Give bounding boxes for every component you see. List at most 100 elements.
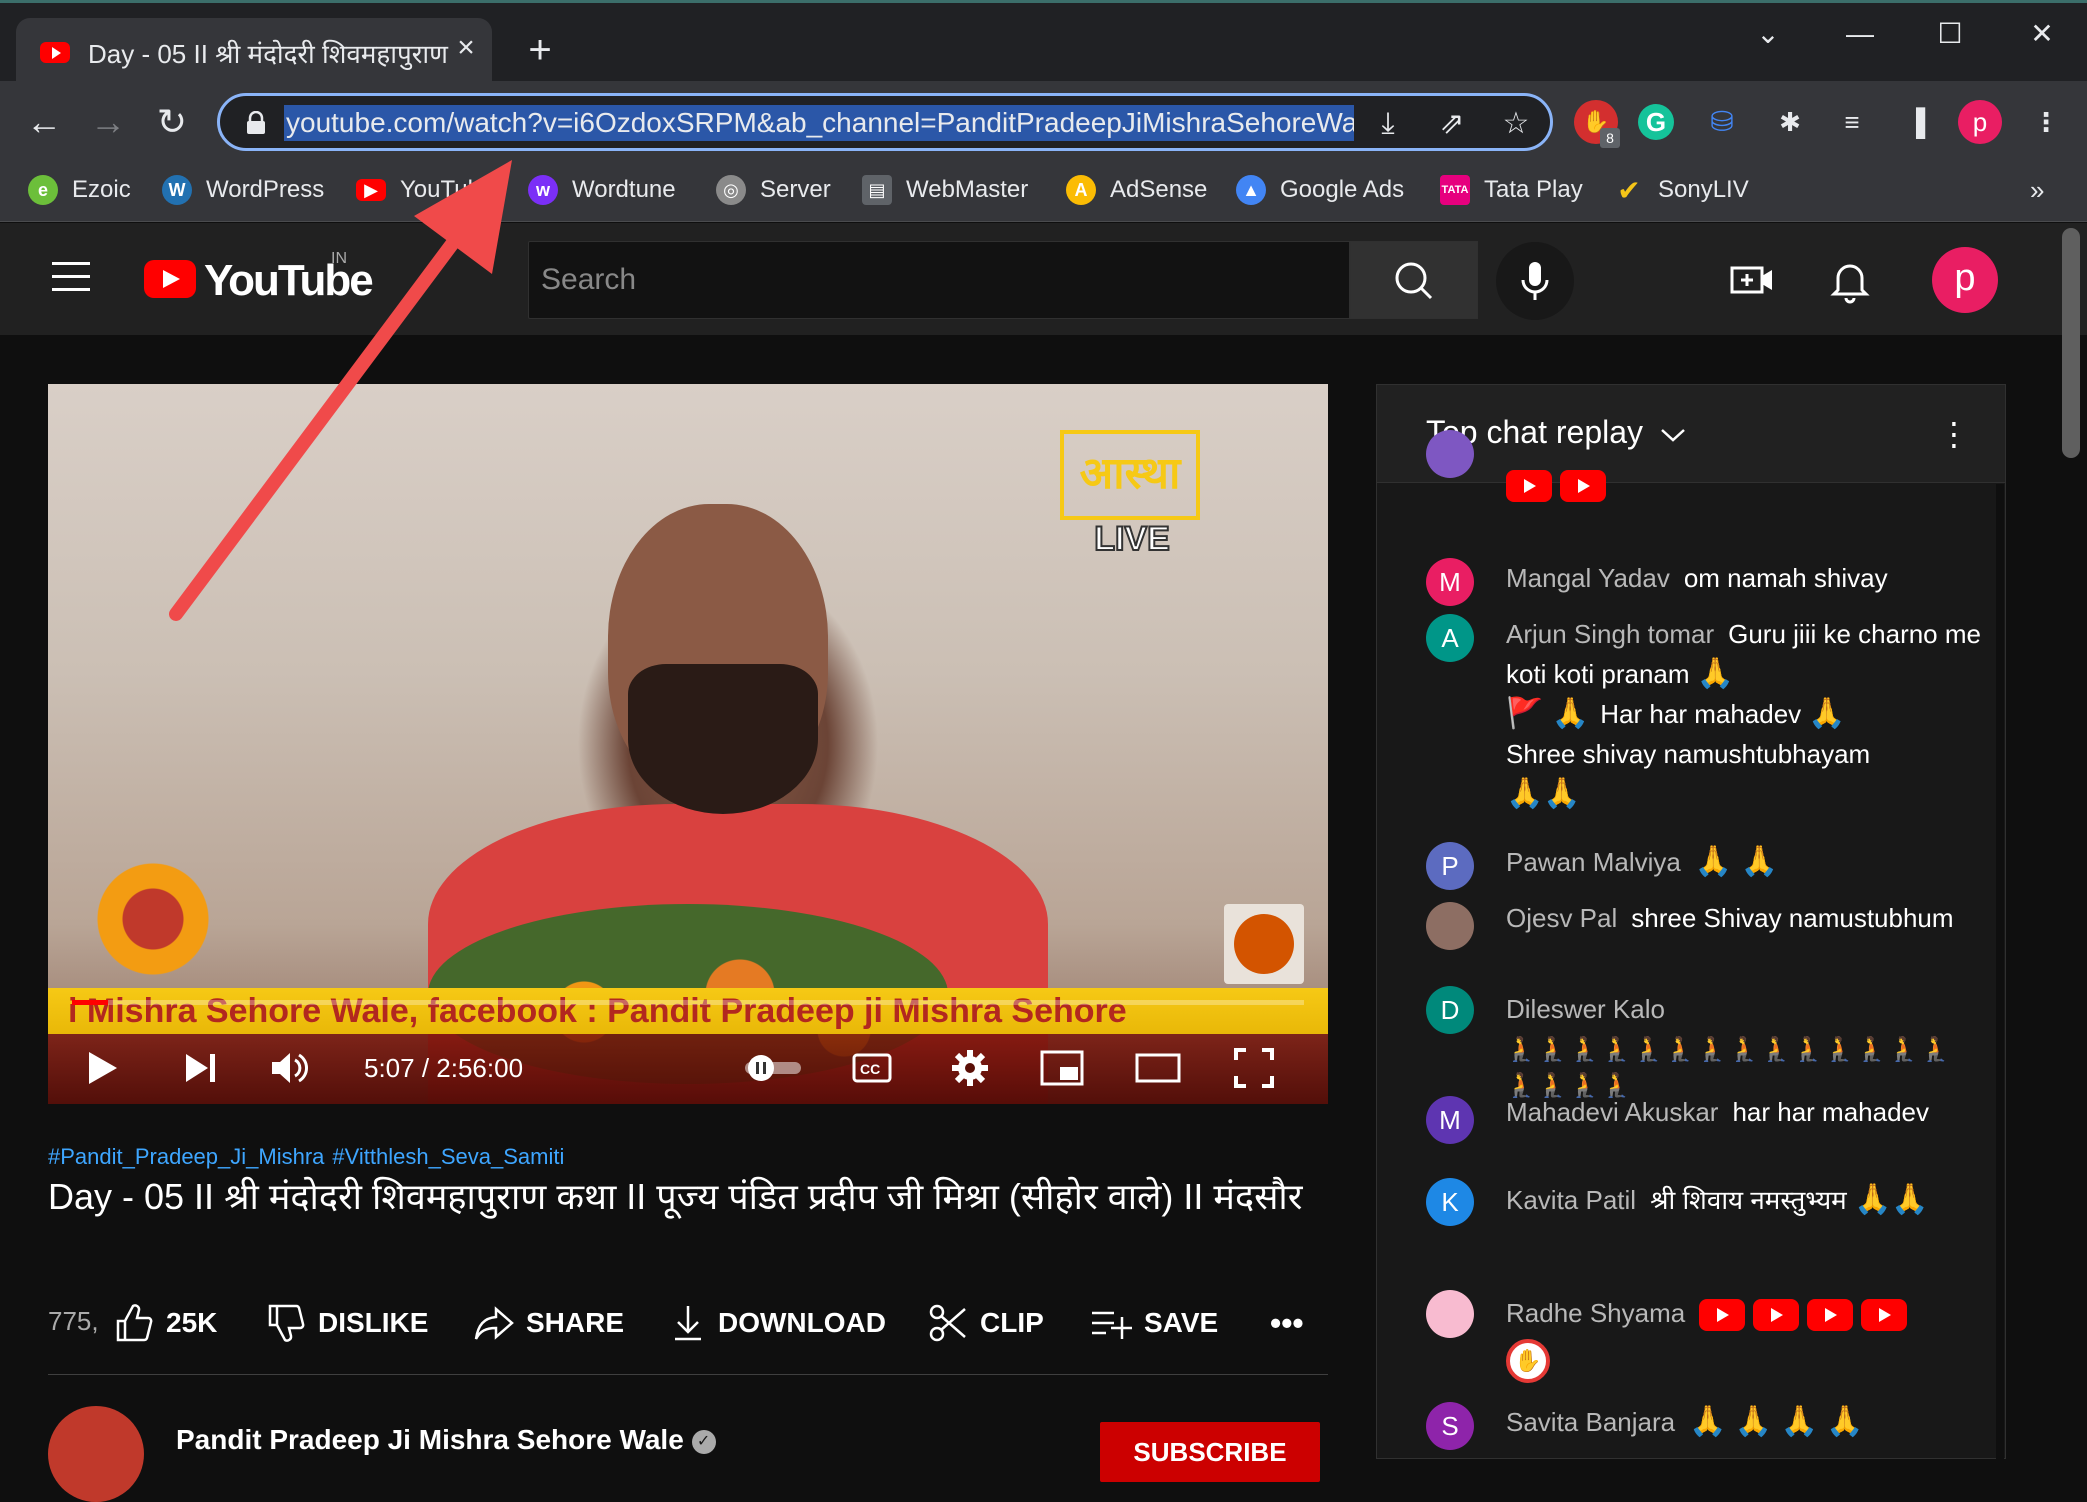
chat-message: M Mahadevi Akuskar har har mahadev [1426, 1096, 1986, 1144]
chat-author[interactable]: Ojesv Pal [1506, 903, 1617, 933]
chat-author[interactable]: Savita Banjara [1506, 1407, 1675, 1437]
chat-avatar[interactable] [1426, 430, 1474, 478]
bookmarks-overflow-button[interactable]: » [2030, 170, 2044, 210]
media-control-icon[interactable]: ≡ [1830, 100, 1874, 144]
autoplay-toggle[interactable] [738, 1040, 808, 1096]
video-player[interactable]: आस्था LIVE i Mishra Sehore Wale, faceboo… [48, 384, 1328, 1104]
new-tab-button[interactable]: + [520, 30, 560, 70]
hashtags: #Pandit_Pradeep_Ji_Mishra #Vitthlesh_Seva… [48, 1144, 572, 1170]
chat-author[interactable]: Pawan Malviya [1506, 847, 1681, 877]
bookmark-google-ads[interactable]: ▲ Google Ads [1236, 170, 1404, 210]
next-button[interactable] [176, 1040, 226, 1096]
maximize-button[interactable]: ☐ [1920, 14, 1980, 54]
share-icon[interactable]: ⇗ [1432, 104, 1472, 144]
share-button[interactable]: SHARE [474, 1300, 624, 1346]
forward-button[interactable]: → [86, 100, 130, 144]
menu-icon[interactable] [52, 262, 90, 294]
settings-button[interactable] [942, 1040, 998, 1096]
youtube-emoji-icon [1753, 1299, 1800, 1332]
bookmark-tata-play[interactable]: TATA Tata Play [1440, 170, 1583, 210]
bell-icon [1830, 264, 1870, 304]
save-button[interactable]: SAVE [1090, 1300, 1218, 1346]
chat-author[interactable]: Kavita Patil [1506, 1185, 1636, 1215]
bookmark-webmaster[interactable]: ▤ WebMaster [862, 170, 1028, 210]
chat-emoji: 🙏 🙏 [1694, 845, 1778, 878]
profile-avatar[interactable]: p [1958, 100, 2002, 144]
close-tab-icon[interactable]: × [448, 30, 484, 66]
bookmark-ezoic[interactable]: e Ezoic [28, 170, 131, 210]
chat-author[interactable]: Mangal Yadav [1506, 563, 1670, 593]
volume-button[interactable] [262, 1040, 318, 1096]
close-window-button[interactable]: ✕ [2012, 14, 2072, 54]
create-video-button[interactable] [1730, 258, 1774, 302]
more-actions-button[interactable]: ••• [1270, 1300, 1304, 1346]
chat-author[interactable]: Mahadevi Akuskar [1506, 1097, 1718, 1127]
back-button[interactable]: ← [22, 100, 66, 144]
chat-avatar[interactable]: S [1426, 1402, 1474, 1450]
tab-search-chevron-icon[interactable]: ⌄ [1738, 14, 1798, 54]
account-avatar[interactable]: p [1932, 247, 1998, 313]
dislike-button[interactable]: DISLIKE [266, 1300, 428, 1346]
like-button[interactable]: 25K [114, 1300, 217, 1346]
bookmark-adsense[interactable]: A AdSense [1066, 170, 1207, 210]
bookmark-wordtune[interactable]: w Wordtune [528, 170, 676, 210]
channel-avatar[interactable] [48, 1406, 144, 1502]
chat-emoji: 🙏 [1696, 657, 1735, 690]
google-ads-icon: ▲ [1236, 175, 1266, 205]
install-app-icon[interactable]: ⤓ [1368, 104, 1408, 144]
extension-icon[interactable]: ⛁ [1700, 100, 1744, 144]
side-panel-icon[interactable]: ▐ [1894, 100, 1938, 144]
reload-button[interactable]: ↻ [150, 100, 194, 144]
grammarly-extension-icon[interactable]: G [1638, 104, 1674, 140]
clip-button[interactable]: CLIP [928, 1300, 1044, 1346]
hashtag-link[interactable]: #Vitthlesh_Seva_Samiti [332, 1144, 564, 1169]
chat-avatar[interactable]: A [1426, 614, 1474, 662]
chat-emoji: 🧎🧎🧎🧎🧎🧎🧎🧎🧎🧎🧎🧎🧎🧎🧎🧎🧎🧎 [1506, 1036, 1953, 1099]
bookmark-star-icon[interactable]: ☆ [1496, 104, 1536, 144]
chat-avatar[interactable] [1426, 902, 1474, 950]
browser-tab[interactable]: Day - 05 II श्री मंदोदरी शिवमहापुराण × [16, 18, 492, 82]
bookmark-sonyliv[interactable]: ✔ SonyLIV [1614, 170, 1748, 210]
youtube-emoji-icon [1506, 470, 1552, 503]
chat-author[interactable]: Radhe Shyama [1506, 1298, 1685, 1328]
address-bar[interactable]: youtube.com/watch?v=i6OzdoxSRPM&ab_chann… [217, 93, 1553, 151]
subscribe-button[interactable]: SUBSCRIBE [1100, 1422, 1320, 1482]
miniplayer-button[interactable] [1034, 1040, 1090, 1096]
chat-author[interactable]: Arjun Singh tomar [1506, 619, 1714, 649]
chat-avatar[interactable]: M [1426, 1096, 1474, 1144]
chat-avatar[interactable]: M [1426, 558, 1474, 606]
chat-emoji: 🙏 🙏 🙏 🙏 [1689, 1405, 1864, 1438]
bookmark-server[interactable]: ◎ Server [716, 170, 831, 210]
youtube-logo-icon[interactable] [144, 260, 196, 298]
extensions-puzzle-icon[interactable]: ✱ [1768, 100, 1812, 144]
progress-bar[interactable] [72, 1000, 1304, 1005]
lock-icon[interactable] [246, 111, 266, 135]
hashtag-link[interactable]: #Pandit_Pradeep_Ji_Mishra [48, 1144, 324, 1169]
search-button[interactable] [1350, 241, 1478, 319]
search-input[interactable] [541, 258, 1331, 302]
browser-menu-icon[interactable]: ⋮ [2024, 100, 2068, 144]
url-text[interactable]: youtube.com/watch?v=i6OzdoxSRPM&ab_chann… [284, 105, 1354, 141]
page-scrollbar[interactable] [2062, 228, 2080, 458]
chat-emoji: 🙏🙏 [1506, 777, 1581, 810]
chat-avatar[interactable]: D [1426, 986, 1474, 1034]
download-button[interactable]: DOWNLOAD [670, 1300, 886, 1346]
chat-avatar[interactable]: K [1426, 1178, 1474, 1226]
chat-avatar[interactable]: P [1426, 842, 1474, 890]
minimize-button[interactable]: — [1830, 14, 1890, 54]
chat-avatar[interactable] [1426, 1290, 1474, 1338]
chat-more-icon[interactable]: ⋮ [1938, 414, 1970, 454]
search-box[interactable] [528, 241, 1350, 319]
voice-search-button[interactable] [1496, 242, 1574, 320]
theater-mode-button[interactable] [1130, 1040, 1186, 1096]
stop-hand-emoji-icon: ✋ [1506, 1339, 1550, 1384]
bookmark-youtube[interactable]: ▶ YouTube [356, 170, 494, 210]
chat-author[interactable]: Dileswer Kalo [1506, 994, 1665, 1024]
channel-name[interactable]: Pandit Pradeep Ji Mishra Sehore Wale ✓ [176, 1424, 716, 1456]
subtitles-button[interactable]: CC [844, 1040, 900, 1096]
fullscreen-button[interactable] [1226, 1040, 1282, 1096]
chat-message: S Savita Banjara 🙏 🙏 🙏 🙏 [1426, 1402, 1986, 1450]
play-button[interactable] [78, 1040, 128, 1096]
notifications-button[interactable] [1828, 256, 1872, 304]
bookmark-wordpress[interactable]: W WordPress [162, 170, 324, 210]
